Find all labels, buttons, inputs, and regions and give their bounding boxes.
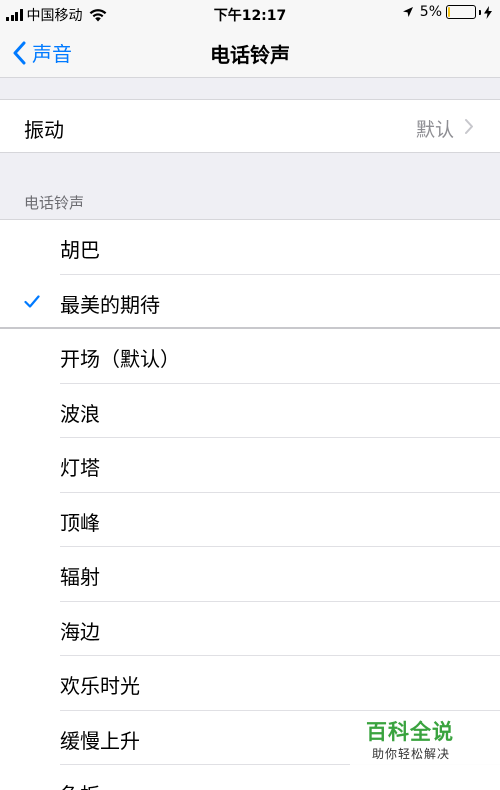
watermark-subtitle: 助你轻松解决 (372, 747, 451, 761)
ringtone-row[interactable]: 胡巴 (0, 220, 500, 275)
ringtone-name: 海边 (60, 619, 100, 644)
ringtone-name: 最美的期待 (60, 292, 160, 317)
watermark: 百科全说 助你轻松解决 (350, 712, 500, 790)
vibration-label: 振动 (24, 118, 64, 142)
ringtone-name: 灯塔 (60, 456, 100, 480)
status-bar: 中国移动 下午12:17 5% (0, 0, 500, 28)
ringtone-name: 波浪 (60, 401, 100, 426)
ringtone-row[interactable]: 开场（默认） (0, 329, 500, 384)
ringtone-name: 开场（默认） (60, 347, 180, 371)
ringtone-name: 顶峰 (60, 510, 100, 535)
ringtone-row[interactable]: 顶峰 (0, 493, 500, 547)
checkmark-icon (24, 294, 40, 308)
vibration-value: 默认 (415, 119, 454, 141)
battery-fill (448, 7, 450, 17)
ringtone-name: 胡巴 (60, 238, 100, 262)
ringtone-row[interactable]: 辐射 (0, 547, 500, 602)
ringtone-row[interactable]: 欢乐时光 (0, 656, 500, 711)
ringtone-row[interactable]: 海边 (0, 602, 500, 656)
status-right: 5% (402, 4, 492, 20)
watermark-title: 百科全说 (366, 720, 454, 744)
ringtone-name: 辐射 (60, 565, 100, 589)
ringtone-list: 胡巴最美的期待开场（默认） 波浪灯塔顶峰辐射海边欢乐时光缓慢上升急板 (0, 219, 500, 790)
page-title: 电话铃声 (210, 43, 290, 67)
charging-bolt-icon (484, 5, 492, 19)
battery-nub (479, 9, 481, 15)
screen: 中国移动 下午12:17 5% 声音 电话铃声 振动 默认 电话铃声 胡巴 最美… (0, 0, 500, 790)
ringtone-row[interactable]: 灯塔 (0, 438, 500, 493)
ringtone-row[interactable]: 最美的期待 (0, 275, 500, 329)
chevron-right-icon (465, 119, 473, 134)
vibration-row[interactable]: 振动 默认 (0, 99, 500, 153)
ringtone-name: 急板 (60, 779, 100, 790)
ringtones-section-header: 电话铃声 (24, 194, 85, 212)
ringtone-row[interactable]: 波浪 (0, 384, 500, 438)
battery-icon (446, 5, 476, 19)
location-arrow-icon (402, 7, 413, 17)
ringtone-name: 欢乐时光 (60, 674, 140, 698)
navigation-bar: 声音 电话铃声 (0, 28, 500, 78)
ringtone-name: 缓慢上升 (60, 728, 140, 753)
battery-percent: 5% (419, 4, 442, 20)
